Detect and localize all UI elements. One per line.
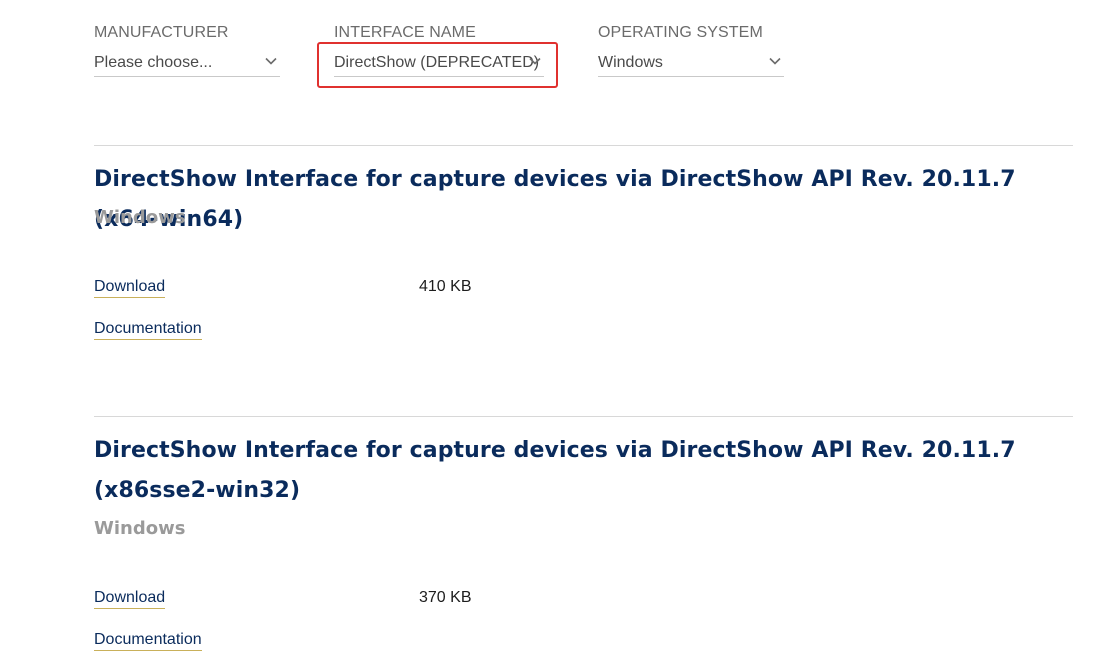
- file-size: 370 KB: [419, 589, 472, 606]
- interface-name-filter: INTERFACE NAME DirectShow (DEPRECATED): [334, 22, 544, 77]
- interface-name-select[interactable]: DirectShow (DEPRECATED): [334, 54, 544, 77]
- operating-system-filter: OPERATING SYSTEM Windows: [598, 22, 784, 77]
- documentation-link[interactable]: Documentation: [94, 630, 202, 651]
- documentation-link[interactable]: Documentation: [94, 319, 202, 340]
- file-size: 410 KB: [419, 278, 472, 295]
- filter-bar: MANUFACTURER Please choose... INTERFACE …: [94, 22, 794, 92]
- result-title: DirectShow Interface for capture devices…: [94, 438, 1016, 503]
- chevron-down-icon: [768, 54, 782, 68]
- download-link[interactable]: Download: [94, 588, 166, 609]
- chevron-down-icon: [264, 54, 278, 68]
- operating-system-label: OPERATING SYSTEM: [598, 24, 763, 41]
- chevron-down-icon: [528, 54, 542, 68]
- download-link[interactable]: Download: [94, 277, 166, 298]
- operating-system-select-value: Windows: [598, 54, 663, 71]
- result-os: Windows: [94, 207, 186, 228]
- interface-name-label: INTERFACE NAME: [334, 24, 476, 41]
- manufacturer-label: MANUFACTURER: [94, 24, 229, 41]
- manufacturer-select[interactable]: Please choose...: [94, 54, 280, 77]
- result-divider: [94, 416, 1073, 417]
- manufacturer-select-value: Please choose...: [94, 54, 213, 71]
- result-os: Windows: [94, 518, 186, 539]
- operating-system-select[interactable]: Windows: [598, 54, 784, 77]
- manufacturer-filter: MANUFACTURER Please choose...: [94, 22, 280, 77]
- result-divider: [94, 145, 1073, 146]
- interface-name-select-value: DirectShow (DEPRECATED): [334, 54, 540, 71]
- result-title: DirectShow Interface for capture devices…: [94, 167, 1016, 232]
